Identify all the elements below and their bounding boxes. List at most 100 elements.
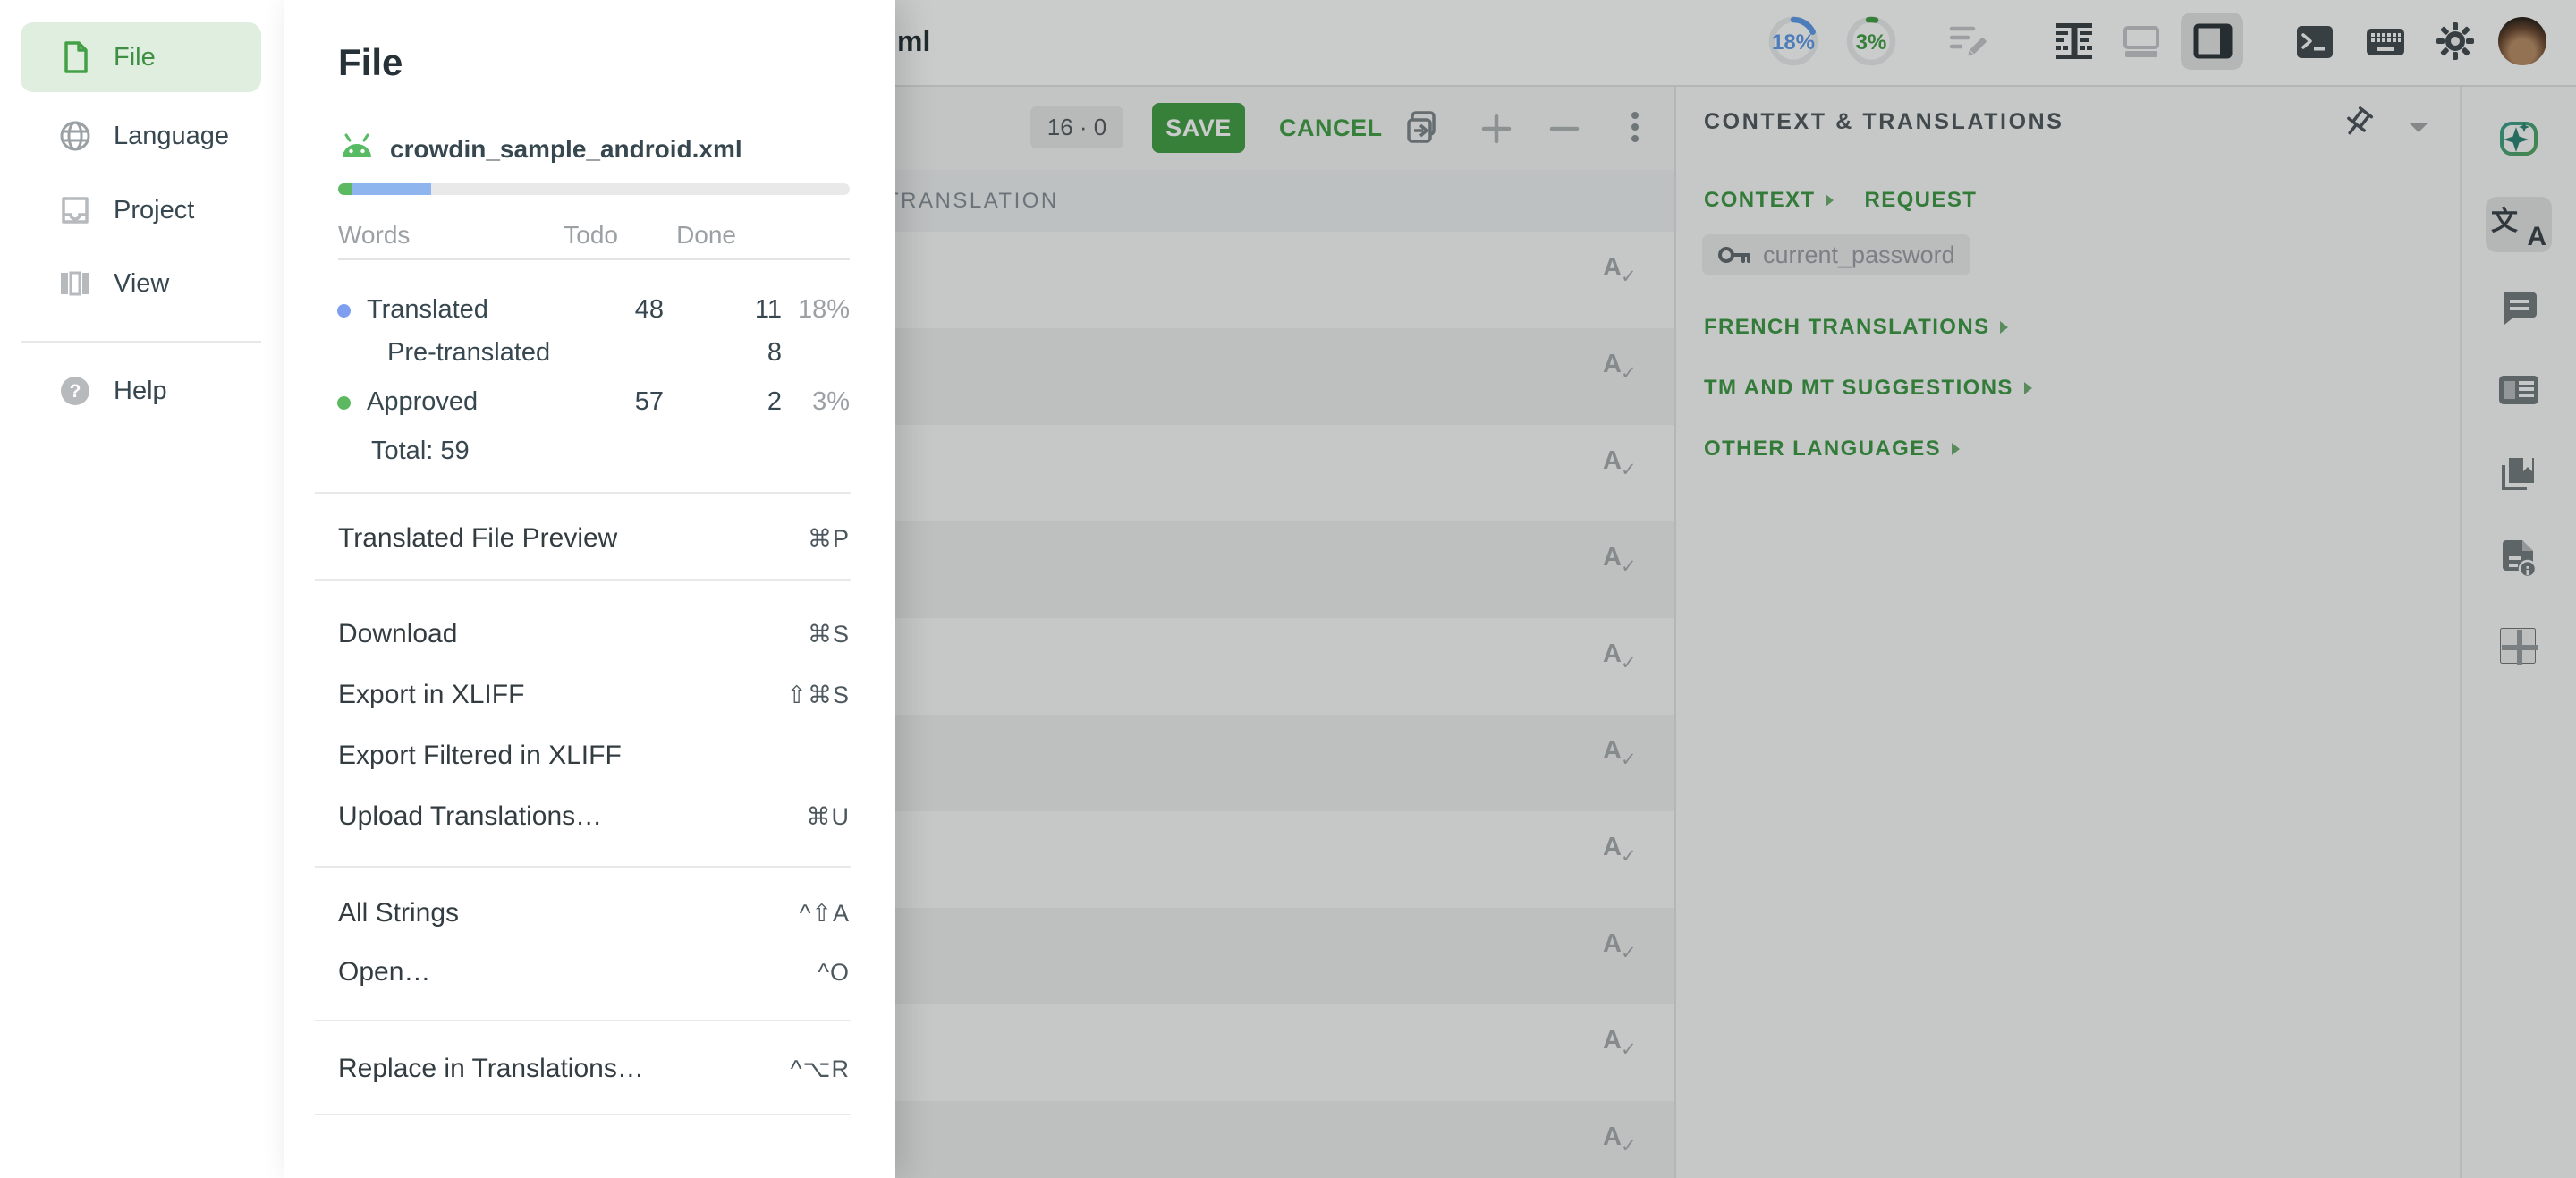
- file-document-icon: [57, 39, 93, 75]
- string-counter-chip: 16 · 0: [1030, 106, 1123, 148]
- book-bookmark-icon: [2496, 453, 2541, 497]
- translated-dot-icon: [337, 304, 351, 318]
- stats-row-pretranslated: Pre-translated 8: [284, 338, 895, 369]
- progress-approved-segment: [338, 183, 352, 195]
- plus-icon: [1479, 111, 1514, 147]
- globe-icon: [57, 118, 93, 154]
- spellcheck-icon[interactable]: A✓: [1601, 1026, 1640, 1065]
- section-other-languages[interactable]: OTHER LANGUAGES: [1704, 436, 1960, 462]
- minus-icon: [1546, 111, 1582, 147]
- sidebar-item-language[interactable]: Language: [0, 106, 284, 165]
- spellcheck-icon[interactable]: A✓: [1601, 640, 1640, 679]
- file-menu-panel: [284, 0, 895, 1178]
- menu-item-translated-file-preview[interactable]: Translated File Preview ⌘P: [338, 512, 850, 565]
- menu-divider: [315, 1020, 851, 1021]
- section-arrow-icon: [2024, 382, 2032, 394]
- request-context-link[interactable]: REQUEST: [1864, 188, 1977, 213]
- context-link[interactable]: CONTEXT: [1704, 188, 1815, 213]
- columns-view-icon: [57, 266, 93, 301]
- context-tab-button[interactable]: [2496, 369, 2542, 411]
- spellcheck-icon[interactable]: A✓: [1601, 833, 1640, 872]
- spellcheck-icon[interactable]: A✓: [1601, 929, 1640, 969]
- stats-row-total: Total: 59: [284, 436, 895, 467]
- stats-header-underline: [338, 258, 850, 260]
- spellcheck-icon[interactable]: A✓: [1601, 350, 1640, 389]
- spellcheck-icon[interactable]: A✓: [1601, 446, 1640, 486]
- sidebar-item-help[interactable]: ? Help: [0, 361, 284, 420]
- sidebar-item-view[interactable]: View: [0, 254, 284, 313]
- context-request-row: CONTEXT REQUEST: [1704, 188, 1977, 213]
- add-panel-button[interactable]: [2500, 628, 2536, 664]
- comment-icon: [2497, 285, 2540, 328]
- spellcheck-icon[interactable]: A✓: [1601, 736, 1640, 775]
- edit-translation-button[interactable]: [1946, 20, 1989, 63]
- context-arrow-icon: [1826, 194, 1834, 207]
- copy-string-button[interactable]: [1403, 107, 1443, 147]
- menu-item-upload-translations[interactable]: Upload Translations… ⌘U: [338, 790, 850, 843]
- help-icon: ?: [57, 373, 93, 409]
- side-by-side-icon: [2051, 18, 2097, 64]
- copy-icon: [1403, 107, 1443, 147]
- menu-item-replace-in-translations[interactable]: Replace in Translations… ^⌥R: [338, 1042, 850, 1096]
- section-arrow-icon: [1952, 443, 1960, 455]
- spellcheck-icon[interactable]: A✓: [1601, 253, 1640, 292]
- more-options-button[interactable]: [1619, 106, 1651, 148]
- menu-divider: [315, 579, 851, 581]
- crowdin-editor-window: ml 16 · 0 SAVE CANCEL TRANSLATION A: [0, 0, 2576, 1178]
- project-tray-icon: [57, 192, 93, 228]
- svg-text:?: ?: [70, 381, 81, 402]
- menu-item-export-filtered-xliff[interactable]: Export Filtered in XLIFF: [338, 729, 850, 783]
- ai-assistant-button[interactable]: [2495, 114, 2543, 163]
- translated-percent-label: 18%: [1767, 30, 1820, 55]
- file-progress-bar: [338, 183, 850, 195]
- topbar-filename-fragment: ml: [897, 0, 930, 83]
- comments-tab-button[interactable]: [2497, 285, 2540, 328]
- menu-divider: [315, 492, 851, 494]
- add-string-button[interactable]: [1479, 111, 1514, 147]
- right-panel-view-button[interactable]: [2191, 20, 2234, 63]
- bottom-panel-icon: [2121, 21, 2162, 63]
- glossary-tab-button[interactable]: [2496, 453, 2541, 497]
- sidebar-item-project[interactable]: Project: [0, 181, 284, 240]
- menu-item-download[interactable]: Download ⌘S: [338, 607, 850, 661]
- translations-tab-button[interactable]: 文 A: [2491, 200, 2548, 249]
- file-menu-title: File: [338, 41, 402, 84]
- gear-icon: [2435, 21, 2476, 62]
- panel-options-dropdown[interactable]: [2402, 114, 2435, 140]
- menu-item-export-xliff[interactable]: Export in XLIFF ⇧⌘S: [338, 668, 850, 722]
- keyboard-shortcuts-button[interactable]: [2363, 20, 2408, 64]
- cancel-button[interactable]: CANCEL: [1274, 103, 1388, 153]
- settings-button[interactable]: [2435, 21, 2476, 62]
- approved-percent-label: 3%: [1844, 30, 1898, 55]
- key-icon: [1716, 240, 1752, 270]
- stats-row-approved: Approved 57 2 3%: [284, 387, 895, 418]
- menu-item-open[interactable]: Open… ^O: [338, 945, 850, 999]
- menu-divider: [315, 866, 851, 868]
- progress-translated-segment: [352, 183, 431, 195]
- main-sidebar: [0, 0, 286, 1178]
- spellcheck-icon[interactable]: A✓: [1601, 1123, 1640, 1162]
- right-panel-icon: [2191, 20, 2234, 63]
- file-info-tab-button[interactable]: [2497, 537, 2540, 581]
- terminal-icon: [2292, 20, 2337, 64]
- translated-progress-ring: 18%: [1767, 14, 1820, 68]
- save-button[interactable]: SAVE: [1152, 103, 1245, 153]
- stats-header-row: Words Todo Done: [338, 221, 850, 248]
- current-file-row: crowdin_sample_android.xml: [338, 125, 742, 174]
- section-tm-mt-suggestions[interactable]: TM AND MT SUGGESTIONS: [1704, 376, 2032, 401]
- remove-string-button[interactable]: [1546, 111, 1582, 147]
- stats-col-todo: Todo: [564, 221, 618, 250]
- stats-col-words: Words: [338, 221, 410, 249]
- section-french-translations[interactable]: FRENCH TRANSLATIONS: [1704, 315, 2008, 340]
- ai-sparkle-icon: [2495, 114, 2543, 163]
- side-by-side-view-button[interactable]: [2051, 18, 2097, 64]
- string-key-label: current_password: [1763, 242, 1955, 269]
- menu-item-all-strings[interactable]: All Strings ^⇧A: [338, 886, 850, 940]
- unpin-panel-button[interactable]: [2336, 102, 2381, 147]
- sidebar-item-file[interactable]: File: [0, 28, 284, 87]
- context-panel-title: CONTEXT & TRANSLATIONS: [1704, 109, 2064, 135]
- spellcheck-icon[interactable]: A✓: [1601, 543, 1640, 582]
- console-button[interactable]: [2292, 20, 2337, 64]
- bottom-panel-view-button[interactable]: [2121, 21, 2162, 63]
- user-avatar[interactable]: [2498, 17, 2546, 65]
